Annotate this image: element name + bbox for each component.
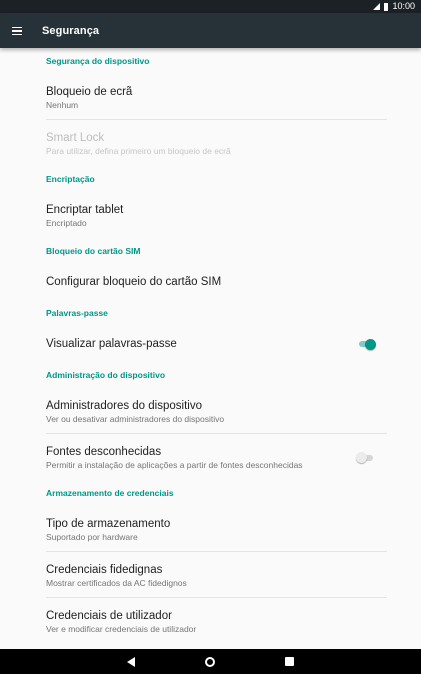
item-title: Encriptar tablet <box>46 204 124 216</box>
show-passwords-item[interactable]: Visualizar palavras-passe <box>0 326 421 362</box>
unknown-sources-toggle[interactable] <box>356 452 375 463</box>
trusted-credentials-item[interactable]: Credenciais fidedignas Mostrar certifica… <box>0 552 421 598</box>
show-passwords-toggle[interactable] <box>357 338 376 350</box>
home-icon[interactable] <box>205 656 215 667</box>
section-encryption: Encriptação <box>46 174 95 184</box>
item-title: Credenciais de utilizador <box>46 610 172 622</box>
item-title: Credenciais fidedignas <box>46 564 163 576</box>
section-sim-lock: Bloqueio do cartão SIM <box>46 246 141 256</box>
page-title: Segurança <box>42 24 100 37</box>
status-time: 10:00 <box>392 1 415 11</box>
item-subtitle: Encriptado <box>46 218 87 228</box>
item-subtitle: Ver ou desativar administradores do disp… <box>46 414 225 424</box>
item-subtitle: Suportado por hardware <box>46 532 138 542</box>
unknown-sources-item[interactable]: Fontes desconhecidas Permitir a instalaç… <box>0 434 421 480</box>
navigation-bar <box>0 649 421 674</box>
item-subtitle: Mostrar certificados da AC fidedignos <box>46 578 187 588</box>
settings-list[interactable]: Segurança do dispositivo Bloqueio de ecr… <box>0 48 421 649</box>
item-subtitle: Ver e modificar credenciais de utilizado… <box>46 624 197 634</box>
item-title: Smart Lock <box>46 132 105 144</box>
battery-icon <box>384 2 389 11</box>
item-title: Visualizar palavras-passe <box>46 338 177 350</box>
status-bar: 10:00 <box>0 0 421 13</box>
smart-lock-item: Smart Lock Para utilizar, defina primeir… <box>0 120 421 166</box>
app-bar: Segurança <box>0 13 421 48</box>
item-title: Bloqueio de ecrã <box>46 86 133 98</box>
item-title: Tipo de armazenamento <box>46 518 171 530</box>
section-credential-storage: Armazenamento de credenciais <box>46 488 174 498</box>
device-admins-item[interactable]: Administradores do dispositivo Ver ou de… <box>0 388 421 434</box>
toggle-thumb <box>365 338 376 350</box>
section-passwords: Palavras-passe <box>46 308 108 318</box>
item-title: Administradores do dispositivo <box>46 400 202 412</box>
menu-icon[interactable] <box>12 26 26 36</box>
back-icon[interactable] <box>127 656 135 667</box>
item-title: Configurar bloqueio do cartão SIM <box>46 276 222 288</box>
item-subtitle: Para utilizar, defina primeiro um bloque… <box>46 146 231 156</box>
section-device-security: Segurança do dispositivo <box>46 56 150 66</box>
section-device-admin: Administração do dispositivo <box>46 370 166 380</box>
toggle-thumb <box>356 452 367 463</box>
storage-type-item[interactable]: Tipo de armazenamento Suportado por hard… <box>0 506 421 552</box>
item-subtitle: Nenhum <box>46 100 79 110</box>
screen-lock-item[interactable]: Bloqueio de ecrã Nenhum <box>0 74 421 120</box>
signal-icon <box>373 3 381 10</box>
user-credentials-item[interactable]: Credenciais de utilizador Ver e modifica… <box>0 598 421 644</box>
encrypt-tablet-item[interactable]: Encriptar tablet Encriptado <box>0 192 421 238</box>
recent-apps-icon[interactable] <box>285 657 294 666</box>
sim-lock-item[interactable]: Configurar bloqueio do cartão SIM <box>0 264 421 300</box>
